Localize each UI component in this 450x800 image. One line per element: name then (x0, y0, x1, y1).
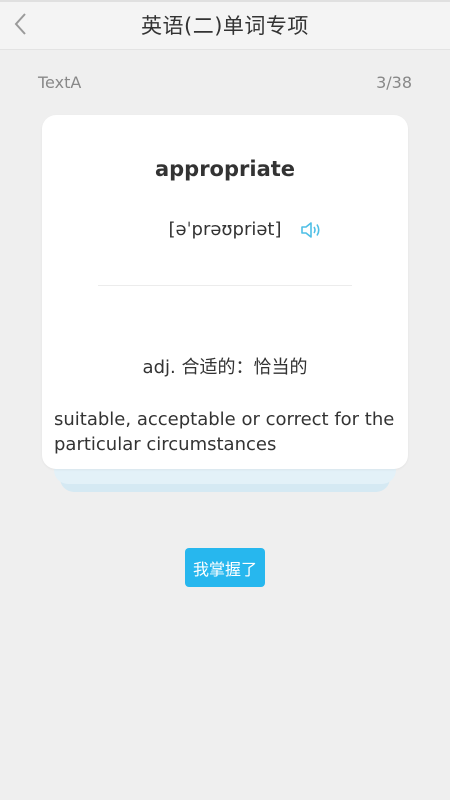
top-bar: 英语(二)单词专项 (0, 0, 450, 50)
text-name-label: TextA (38, 73, 82, 92)
page-title: 英语(二)单词专项 (141, 14, 309, 38)
progress-counter: 3/38 (376, 73, 412, 92)
word-text: appropriate (154, 157, 296, 181)
phonetic-row: [əˈprəʊpriət] (42, 219, 408, 240)
speaker-icon[interactable] (300, 221, 322, 239)
mastered-button[interactable]: 我掌握了 (185, 548, 265, 587)
phonetic-text: [əˈprəʊpriət] (168, 219, 282, 240)
word-card: appropriate [əˈprəʊpriət] adj. 合适的：恰当的 s… (42, 115, 408, 469)
chinese-meaning: adj. 合适的：恰当的 (142, 357, 308, 378)
english-definition: suitable, acceptable or correct for the … (54, 409, 395, 455)
divider (98, 285, 352, 286)
